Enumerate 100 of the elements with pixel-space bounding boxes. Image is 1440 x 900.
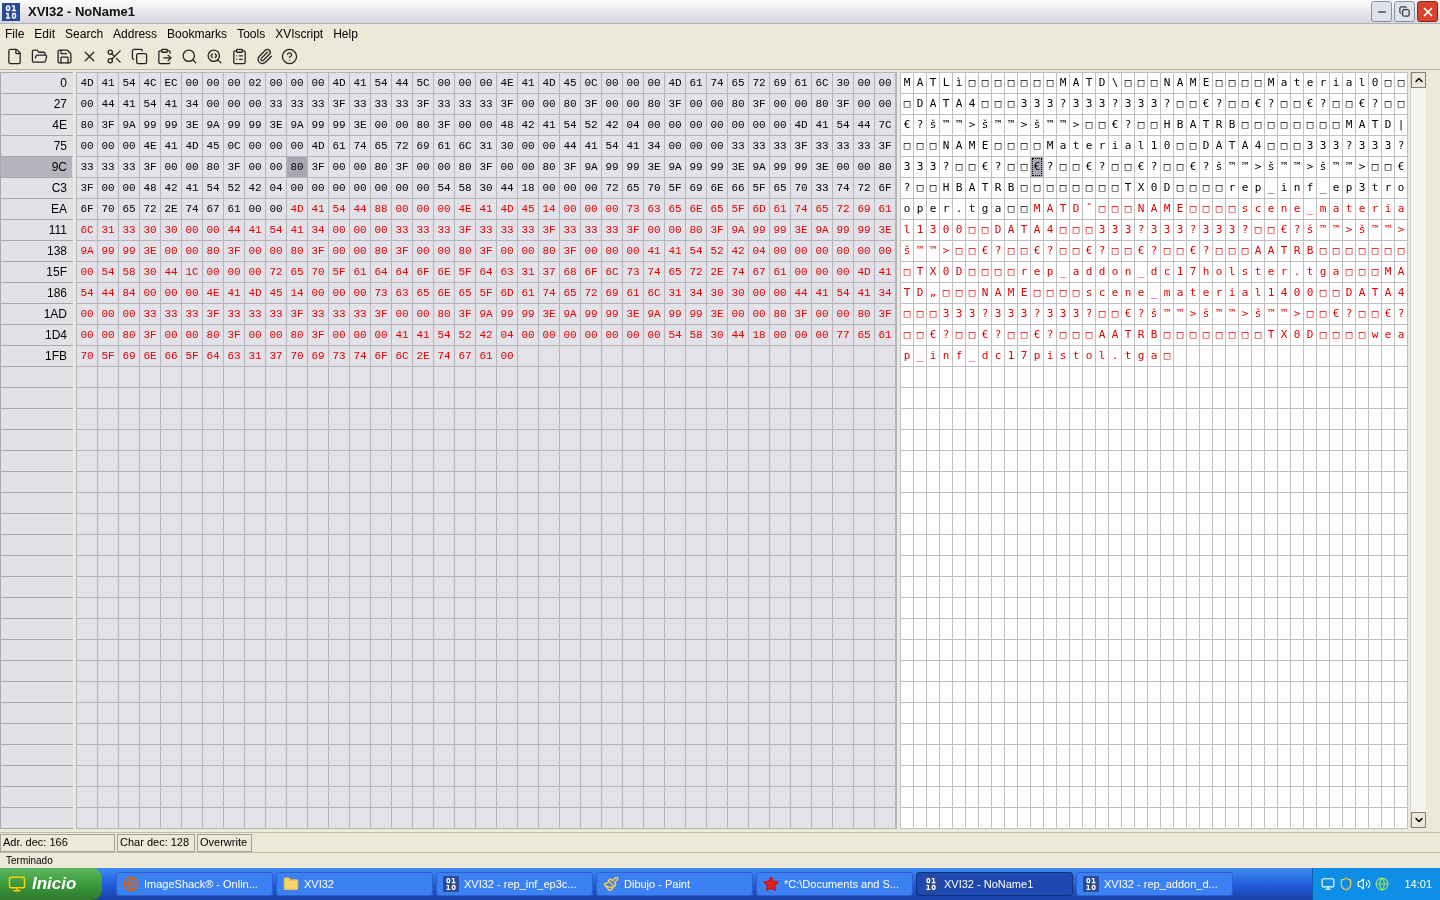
character-cell-text: ™ xyxy=(993,116,1003,133)
hex-cell-text: 00 xyxy=(835,264,851,280)
menu-item[interactable]: Help xyxy=(328,24,363,44)
hex-cell-text: 69 xyxy=(604,285,620,301)
hex-cell-text: 33 xyxy=(310,96,326,112)
hex-cell-text: 41 xyxy=(646,243,662,259)
hex-cell-text: 3F xyxy=(457,222,473,238)
paste-icon[interactable] xyxy=(156,48,173,65)
hex-cell-text: 00 xyxy=(877,96,893,112)
hex-cell-text: 99 xyxy=(520,306,536,322)
character-cell-text: 1 xyxy=(1149,137,1159,154)
search-icon[interactable] xyxy=(181,48,198,65)
taskbar-button[interactable]: *C:\Documents and S... xyxy=(756,872,913,896)
globe-icon xyxy=(123,876,139,892)
character-cell-text: e xyxy=(1136,284,1146,301)
hex-cell-text: 33 xyxy=(436,96,452,112)
hex-cell-text: 00 xyxy=(247,327,263,343)
close-button[interactable] xyxy=(1417,1,1438,22)
taskbar-button[interactable]: XVI32 - rep_inf_ep3c... xyxy=(436,872,593,896)
character-cell-text: □ xyxy=(902,137,912,154)
hex-cell-text: 99 xyxy=(856,222,872,238)
save-icon[interactable] xyxy=(56,48,73,65)
character-cell-text: > xyxy=(1344,221,1354,238)
taskbar-button[interactable]: Dibujo - Paint xyxy=(596,872,753,896)
folder-icon xyxy=(283,876,299,892)
menu-item[interactable]: Address xyxy=(108,24,163,44)
copy-icon[interactable] xyxy=(131,48,148,65)
character-cell-text: R xyxy=(1214,116,1224,133)
character-cell-text: E xyxy=(1019,284,1029,301)
character-cell-text: o xyxy=(1214,263,1224,280)
character-cell-text: □ xyxy=(1331,116,1341,133)
hex-cell-text: 00 xyxy=(793,264,809,280)
hex-cell-text: 6F xyxy=(373,348,389,364)
hex-cell-text: 00 xyxy=(184,327,200,343)
taskbar-button[interactable]: ImageShack® - Onlin... xyxy=(116,872,273,896)
taskbar-button[interactable]: XVI32 - rep_addon_d... xyxy=(1076,872,1233,896)
network-icon[interactable] xyxy=(1321,877,1335,891)
scroll-up-button[interactable] xyxy=(1411,72,1426,88)
character-cell-text: ? xyxy=(1214,95,1224,112)
new-file-icon[interactable] xyxy=(6,48,23,65)
hex-cell-text: 00 xyxy=(520,159,536,175)
hex-cell-text: 00 xyxy=(247,96,263,112)
hex-cell-text: 00 xyxy=(436,75,452,91)
paperclip-icon[interactable] xyxy=(256,48,273,65)
hex-cell-text: 3F xyxy=(562,159,578,175)
open-folder-icon[interactable] xyxy=(31,48,48,65)
hex-cell-text: 63 xyxy=(394,285,410,301)
hex-cell-text: 00 xyxy=(562,327,578,343)
character-cell-text: 3 xyxy=(1032,95,1042,112)
character-cell-text: s xyxy=(1058,347,1068,364)
hex-cell-text: 3F xyxy=(415,96,431,112)
hex-cell-text: 00 xyxy=(520,243,536,259)
minimize-button[interactable] xyxy=(1371,1,1392,22)
clipboard-list-icon[interactable] xyxy=(231,48,248,65)
hex-cell-text: 33 xyxy=(394,222,410,238)
character-cell-text: T xyxy=(1084,74,1094,91)
character-cell-text: □ xyxy=(1266,221,1276,238)
taskbar-button[interactable]: XVI32 xyxy=(276,872,433,896)
character-cell-text: ™ xyxy=(1227,305,1237,322)
character-cell-text: □ xyxy=(928,137,938,154)
character-cell-text: ? xyxy=(993,242,1003,259)
character-cell-text: □ xyxy=(1279,137,1289,154)
menu-item[interactable]: Tools xyxy=(232,24,271,44)
hex-cell-text: 6F xyxy=(877,180,893,196)
hex-cell-text: 00 xyxy=(415,180,431,196)
menu-item[interactable]: Search xyxy=(60,24,109,44)
character-cell-text: š xyxy=(1214,158,1224,175)
character-cell-text: a xyxy=(1331,263,1341,280)
hex-cell-text: 00 xyxy=(751,285,767,301)
hex-cell-text: 5F xyxy=(457,264,473,280)
scroll-down-button[interactable] xyxy=(1411,812,1426,828)
character-cell-text: € xyxy=(1357,95,1367,112)
start-button[interactable]: Inicio xyxy=(0,868,102,900)
character-cell-text: □ xyxy=(1032,179,1042,196)
help-icon[interactable] xyxy=(281,48,298,65)
hex-cell-text: 99 xyxy=(688,159,704,175)
hex-cell-text: 00 xyxy=(730,117,746,133)
menu-item[interactable]: XVIscript xyxy=(270,24,329,44)
character-cell-text: n xyxy=(941,347,951,364)
hex-cell-text: 73 xyxy=(331,348,347,364)
character-cell-text: ™ xyxy=(1279,158,1289,175)
cut-icon[interactable] xyxy=(106,48,123,65)
volume-icon[interactable] xyxy=(1357,877,1371,891)
character-cell-text: t xyxy=(1071,347,1081,364)
scrollbar[interactable] xyxy=(1410,72,1426,828)
taskbar-button[interactable]: XVI32 - NoName1 xyxy=(916,872,1073,896)
menu-item[interactable]: Bookmarks xyxy=(162,24,233,44)
character-cell-text: □ xyxy=(1071,284,1081,301)
search-replace-icon[interactable] xyxy=(206,48,223,65)
hex-cell-text: 33 xyxy=(478,222,494,238)
menu-item[interactable]: Edit xyxy=(29,24,61,44)
menu-item[interactable]: File xyxy=(0,24,30,44)
hex-cell-text: 65 xyxy=(709,201,725,217)
character-cell-text: 3 xyxy=(1370,137,1380,154)
character-cell-text: □ xyxy=(1084,326,1094,343)
character-cell-text: e xyxy=(1383,326,1393,343)
restore-button[interactable] xyxy=(1394,1,1415,22)
character-cell-text: □ xyxy=(1344,95,1354,112)
hex-cell-text: 65 xyxy=(667,201,683,217)
character-cell-text: a xyxy=(1071,263,1081,280)
